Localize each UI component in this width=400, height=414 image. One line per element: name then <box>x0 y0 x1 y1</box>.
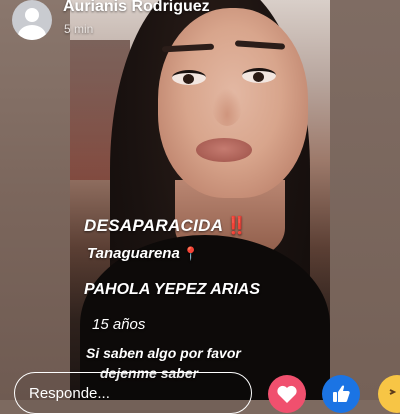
nose <box>212 88 242 126</box>
story-header: Aurianis Rodriguez 5 min <box>0 0 400 42</box>
love-reaction-button[interactable] <box>268 375 306 413</box>
missing-text: DESAPARACIDA <box>84 216 224 235</box>
background-right <box>330 0 400 400</box>
location-text: Tanaguarena <box>87 245 180 262</box>
timestamp: 5 min <box>64 22 94 36</box>
reply-placeholder: Responde... <box>29 385 110 402</box>
author-name[interactable]: Aurianis Rodriguez <box>63 0 210 16</box>
reply-input[interactable]: Responde... <box>14 372 252 414</box>
story-image[interactable] <box>70 0 330 400</box>
thumbs-up-icon <box>333 385 350 402</box>
person-name: PAHOLA YEPEZ ARIAS <box>84 281 261 298</box>
background-left <box>0 0 70 400</box>
double-exclamation-icon: ‼️ <box>226 216 248 235</box>
lips <box>196 138 252 162</box>
person-age: 15 años <box>92 316 146 333</box>
missing-heading: DESAPARACIDA ‼️ <box>84 216 248 236</box>
location-line: Tanaguarena 📍 <box>87 245 199 262</box>
right-eye <box>242 68 276 83</box>
location-pin-icon: 📍 <box>182 246 199 261</box>
left-eye <box>172 70 206 85</box>
avatar[interactable] <box>12 0 52 40</box>
message-line-1: Si saben algo por favor <box>86 345 241 361</box>
laughing-face-icon <box>389 389 397 395</box>
like-reaction-button[interactable] <box>322 375 360 413</box>
heart-icon <box>277 385 297 403</box>
